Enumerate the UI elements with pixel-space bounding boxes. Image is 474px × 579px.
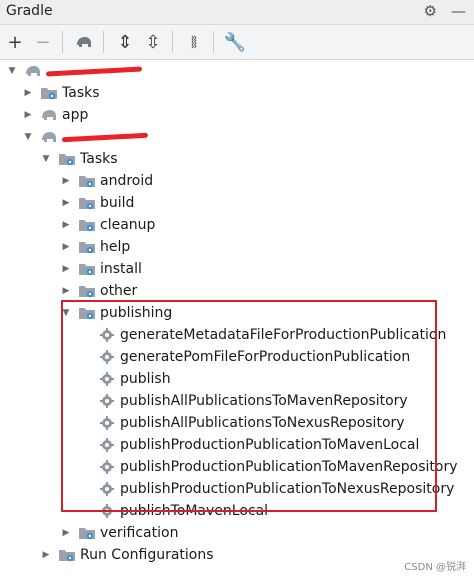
expand-all-icon[interactable]: ⇕	[112, 29, 138, 55]
chevron-right-icon[interactable]: ▶	[60, 285, 72, 297]
chevron-right-icon[interactable]: ▶	[60, 175, 72, 187]
chevron-right-icon[interactable]: ▶	[22, 109, 34, 121]
elephant-icon	[40, 129, 58, 145]
tree-item-group-android[interactable]: ▶ android	[0, 170, 474, 192]
chevron-right-icon[interactable]: ▶	[22, 87, 34, 99]
gradle-panel-header: Gradle ⚙ —	[0, 0, 474, 25]
tree-item-group-verification[interactable]: ▶ verification	[0, 522, 474, 544]
toolbar-divider	[103, 31, 104, 53]
toggle-offline-icon[interactable]: ⧚	[181, 29, 207, 55]
gear-icon[interactable]: ⚙	[424, 2, 437, 20]
tree-item-label: build	[100, 195, 135, 211]
tree-item-group-build[interactable]: ▶ build	[0, 192, 474, 214]
chevron-right-icon[interactable]: ▶	[60, 241, 72, 253]
tree-item-module[interactable]: ▼	[0, 126, 474, 148]
folder-gear-icon	[78, 173, 96, 189]
folder-gear-icon	[78, 195, 96, 211]
tree-root-project[interactable]: ▼	[0, 60, 474, 82]
folder-gear-icon	[58, 547, 76, 563]
toolbar-divider	[213, 31, 214, 53]
tree-item-run-configurations[interactable]: ▶ Run Configurations	[0, 544, 474, 566]
redacted-label	[45, 65, 143, 77]
add-icon[interactable]: +	[2, 29, 28, 55]
chevron-right-icon[interactable]: ▶	[60, 197, 72, 209]
chevron-right-icon[interactable]: ▶	[60, 527, 72, 539]
collapse-all-icon[interactable]: ⇳	[140, 29, 166, 55]
folder-gear-icon	[78, 217, 96, 233]
folder-gear-icon	[78, 239, 96, 255]
folder-gear-icon	[78, 525, 96, 541]
tree-item-tasks[interactable]: ▶ Tasks	[0, 82, 474, 104]
elephant-icon	[40, 107, 58, 123]
tree-item-label: Run Configurations	[80, 547, 214, 563]
tree-item-group-other[interactable]: ▶ other	[0, 280, 474, 302]
chevron-right-icon[interactable]: ▶	[40, 549, 52, 561]
watermark: CSDN @锐湃	[404, 562, 466, 573]
tree-item-module-tasks[interactable]: ▼ Tasks	[0, 148, 474, 170]
tree-item-label: Tasks	[62, 85, 100, 101]
tree-item-label: app	[62, 107, 89, 123]
tree-item-group-install[interactable]: ▶ install	[0, 258, 474, 280]
elephant-icon[interactable]	[71, 29, 97, 55]
folder-gear-icon	[78, 261, 96, 277]
minimize-icon[interactable]: —	[451, 2, 466, 20]
tree-item-label: android	[100, 173, 154, 189]
elephant-icon	[24, 63, 42, 79]
tree-item-label: other	[100, 283, 138, 299]
publishing-highlight-box	[61, 300, 437, 512]
tree-item-label: help	[100, 239, 131, 255]
tree-item-group-cleanup[interactable]: ▶ cleanup	[0, 214, 474, 236]
toolbar-divider	[172, 31, 173, 53]
wrench-icon[interactable]: 🔧	[222, 29, 248, 55]
tree-item-label: cleanup	[100, 217, 156, 233]
folder-gear-icon	[40, 85, 58, 101]
chevron-right-icon[interactable]: ▶	[60, 219, 72, 231]
redacted-label	[61, 132, 149, 142]
chevron-right-icon[interactable]: ▶	[60, 263, 72, 275]
gradle-toolbar: + − ⇕ ⇳ ⧚ 🔧	[0, 25, 474, 60]
tree-item-label: verification	[100, 525, 179, 541]
tree-item-label: install	[100, 261, 142, 277]
tree-item-group-help[interactable]: ▶ help	[0, 236, 474, 258]
panel-title: Gradle	[6, 3, 53, 19]
chevron-down-icon[interactable]: ▼	[40, 153, 52, 165]
toolbar-divider	[62, 31, 63, 53]
tree-item-label: Tasks	[80, 151, 118, 167]
tree-item-app[interactable]: ▶ app	[0, 104, 474, 126]
folder-gear-icon	[58, 151, 76, 167]
remove-icon[interactable]: −	[30, 29, 56, 55]
folder-gear-icon	[78, 283, 96, 299]
chevron-down-icon[interactable]: ▼	[6, 65, 18, 77]
chevron-down-icon[interactable]: ▼	[22, 131, 34, 143]
